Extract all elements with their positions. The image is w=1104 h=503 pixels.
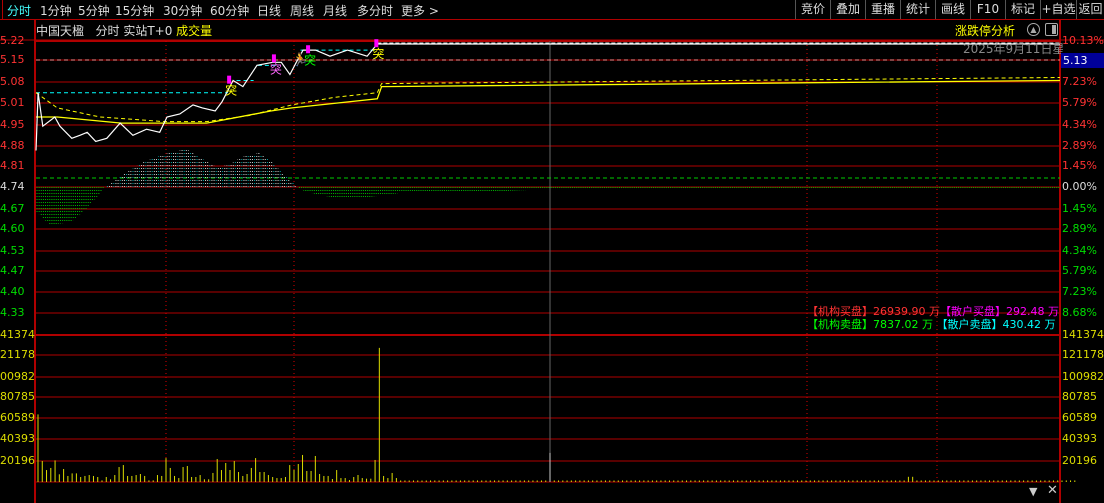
- chart-title: 中国天楹 分时 实站T+0 成交量: [36, 22, 212, 39]
- volume-tick: 121178: [0, 349, 35, 361]
- volume-tick: 141374: [0, 329, 35, 341]
- average-price-line: [36, 79, 1061, 124]
- percent-tick: 1.45%: [1062, 202, 1097, 215]
- percent-tick: 0.00%: [1062, 180, 1097, 193]
- inst-sell-label: 【机构卖盘】: [807, 318, 873, 331]
- date-label: 2025年9月11日星: [963, 42, 1065, 56]
- percent-tick: 1.45%: [1062, 159, 1097, 172]
- volume-tick: 60589: [0, 412, 35, 424]
- stock-name: 中国天楹: [36, 24, 85, 38]
- period-tab-6[interactable]: 日线: [257, 2, 281, 19]
- volume-tick: 121178: [1062, 349, 1104, 361]
- volume-tick: 20196: [1062, 455, 1097, 467]
- volume-tick: 20196: [0, 455, 35, 467]
- price-tick: 4.53: [0, 244, 25, 257]
- retail-buy-value: 292.48 万: [1005, 305, 1059, 318]
- period-tab-1[interactable]: 1分钟: [40, 2, 72, 19]
- breakout-flag: [227, 75, 232, 84]
- mode-label: 分时: [95, 24, 120, 38]
- indicator-label[interactable]: 成交量: [176, 24, 212, 38]
- percent-tick: 2.89%: [1062, 139, 1097, 152]
- period-tab-2[interactable]: 5分钟: [78, 2, 110, 19]
- price-tick: 4.60: [0, 222, 25, 235]
- percent-tick: 4.34%: [1062, 118, 1097, 131]
- dropdown-arrow-icon[interactable]: ▼: [1029, 485, 1037, 498]
- price-tick: 4.74: [0, 180, 25, 193]
- volume-tick: 80785: [1062, 391, 1097, 403]
- price-tick: 4.88: [0, 139, 25, 152]
- price-tick: 5.22: [0, 34, 25, 47]
- retail-buy-label: 【散户买盘】: [939, 305, 1006, 318]
- period-tab-3[interactable]: 15分钟: [115, 2, 154, 19]
- toolbar-button-2[interactable]: 重播: [865, 0, 900, 19]
- toolbar-button-8[interactable]: 返回: [1076, 0, 1104, 19]
- panel-toggle-icon[interactable]: [1045, 23, 1058, 36]
- period-tab-4[interactable]: 30分钟: [163, 2, 202, 19]
- toolbar-button-6[interactable]: 标记: [1005, 0, 1040, 19]
- period-tab-0[interactable]: 分时: [7, 2, 31, 19]
- breakout-flag: [374, 39, 379, 48]
- period-tab-8[interactable]: 月线: [323, 2, 347, 19]
- percent-tick: 10.13%: [1062, 34, 1104, 47]
- inst-buy-value: 26939.90 万: [873, 305, 940, 318]
- limit-analysis-button[interactable]: 涨跌停分析: [955, 22, 1015, 39]
- retail-sell-value: 430.42 万: [1002, 318, 1056, 331]
- realtime-label: 实站T+0: [123, 24, 173, 38]
- intraday-chart[interactable]: 突突突 突🏃: [0, 0, 1104, 503]
- period-toolbar: 分时 1分钟 5分钟 15分钟 30分钟 60分钟 日线 周线 月线 多分时 更多 > 竞价 叠加 重播统…: [0, 0, 1104, 20]
- breakout-flag: [271, 54, 276, 63]
- toolbar-button-4[interactable]: 画线: [935, 0, 970, 19]
- price-tick: 4.81: [0, 159, 25, 172]
- price-tick: 4.67: [0, 202, 25, 215]
- inst-buy-label: 【机构买盘】: [807, 305, 873, 318]
- toolbar-button-5[interactable]: F10: [970, 0, 1005, 19]
- percent-tick: 5.79%: [1062, 96, 1097, 109]
- legend-buy: 【机构买盘】26939.90 万【散户买盘】292.48 万: [807, 305, 1059, 318]
- percent-tick: 7.23%: [1062, 285, 1097, 298]
- volume-tick: 60589: [1062, 412, 1097, 424]
- average-line-dashed: [35, 77, 1061, 123]
- person-icon: 🏃: [292, 52, 308, 68]
- volume-tick: 80785: [0, 391, 35, 403]
- price-tick: 4.40: [0, 285, 25, 298]
- toolbar-button-3[interactable]: 统计: [900, 0, 935, 19]
- volume-tick: 100982: [1062, 371, 1104, 383]
- percent-tick: 7.23%: [1062, 75, 1097, 88]
- toolbar-button-1[interactable]: 叠加: [830, 0, 865, 19]
- volume-tick: 141374: [1062, 329, 1104, 341]
- volume-tick: 40393: [0, 433, 35, 445]
- upload-icon[interactable]: ▲: [1027, 23, 1040, 36]
- period-tab-9[interactable]: 多分时: [357, 2, 393, 19]
- volume-tick: 40393: [1062, 433, 1097, 445]
- percent-tick: 5.79%: [1062, 264, 1097, 277]
- retail-sell-label: 【散户卖盘】: [936, 318, 1003, 331]
- period-tab-5[interactable]: 60分钟: [210, 2, 249, 19]
- percent-tick: 4.34%: [1062, 244, 1097, 257]
- toolbar-button-0[interactable]: 竞价: [795, 0, 830, 19]
- current-price-label: 5.13: [1061, 53, 1104, 68]
- breakout-marker: 突: [225, 83, 237, 98]
- volume-tick: 100982: [0, 371, 35, 383]
- breakout-marker: 突: [372, 46, 384, 61]
- legend-sell: 【机构卖盘】7837.02 万 【散户卖盘】430.42 万: [807, 318, 1055, 331]
- toolbar-button-7[interactable]: +自选: [1040, 0, 1076, 19]
- breakout-marker: 突: [270, 61, 282, 76]
- price-tick: 5.01: [0, 96, 25, 109]
- percent-tick: 8.68%: [1062, 306, 1097, 319]
- period-tab-7[interactable]: 周线: [290, 2, 314, 19]
- price-tick: 4.47: [0, 264, 25, 277]
- price-tick: 5.08: [0, 75, 25, 88]
- close-icon[interactable]: ✕: [1047, 483, 1058, 498]
- price-tick: 5.15: [0, 53, 25, 66]
- percent-tick: 2.89%: [1062, 222, 1097, 235]
- period-tab-10[interactable]: 更多 >: [401, 2, 439, 19]
- price-tick: 4.95: [0, 118, 25, 131]
- inst-sell-value: 7837.02 万: [873, 318, 933, 331]
- price-tick: 4.33: [0, 306, 25, 319]
